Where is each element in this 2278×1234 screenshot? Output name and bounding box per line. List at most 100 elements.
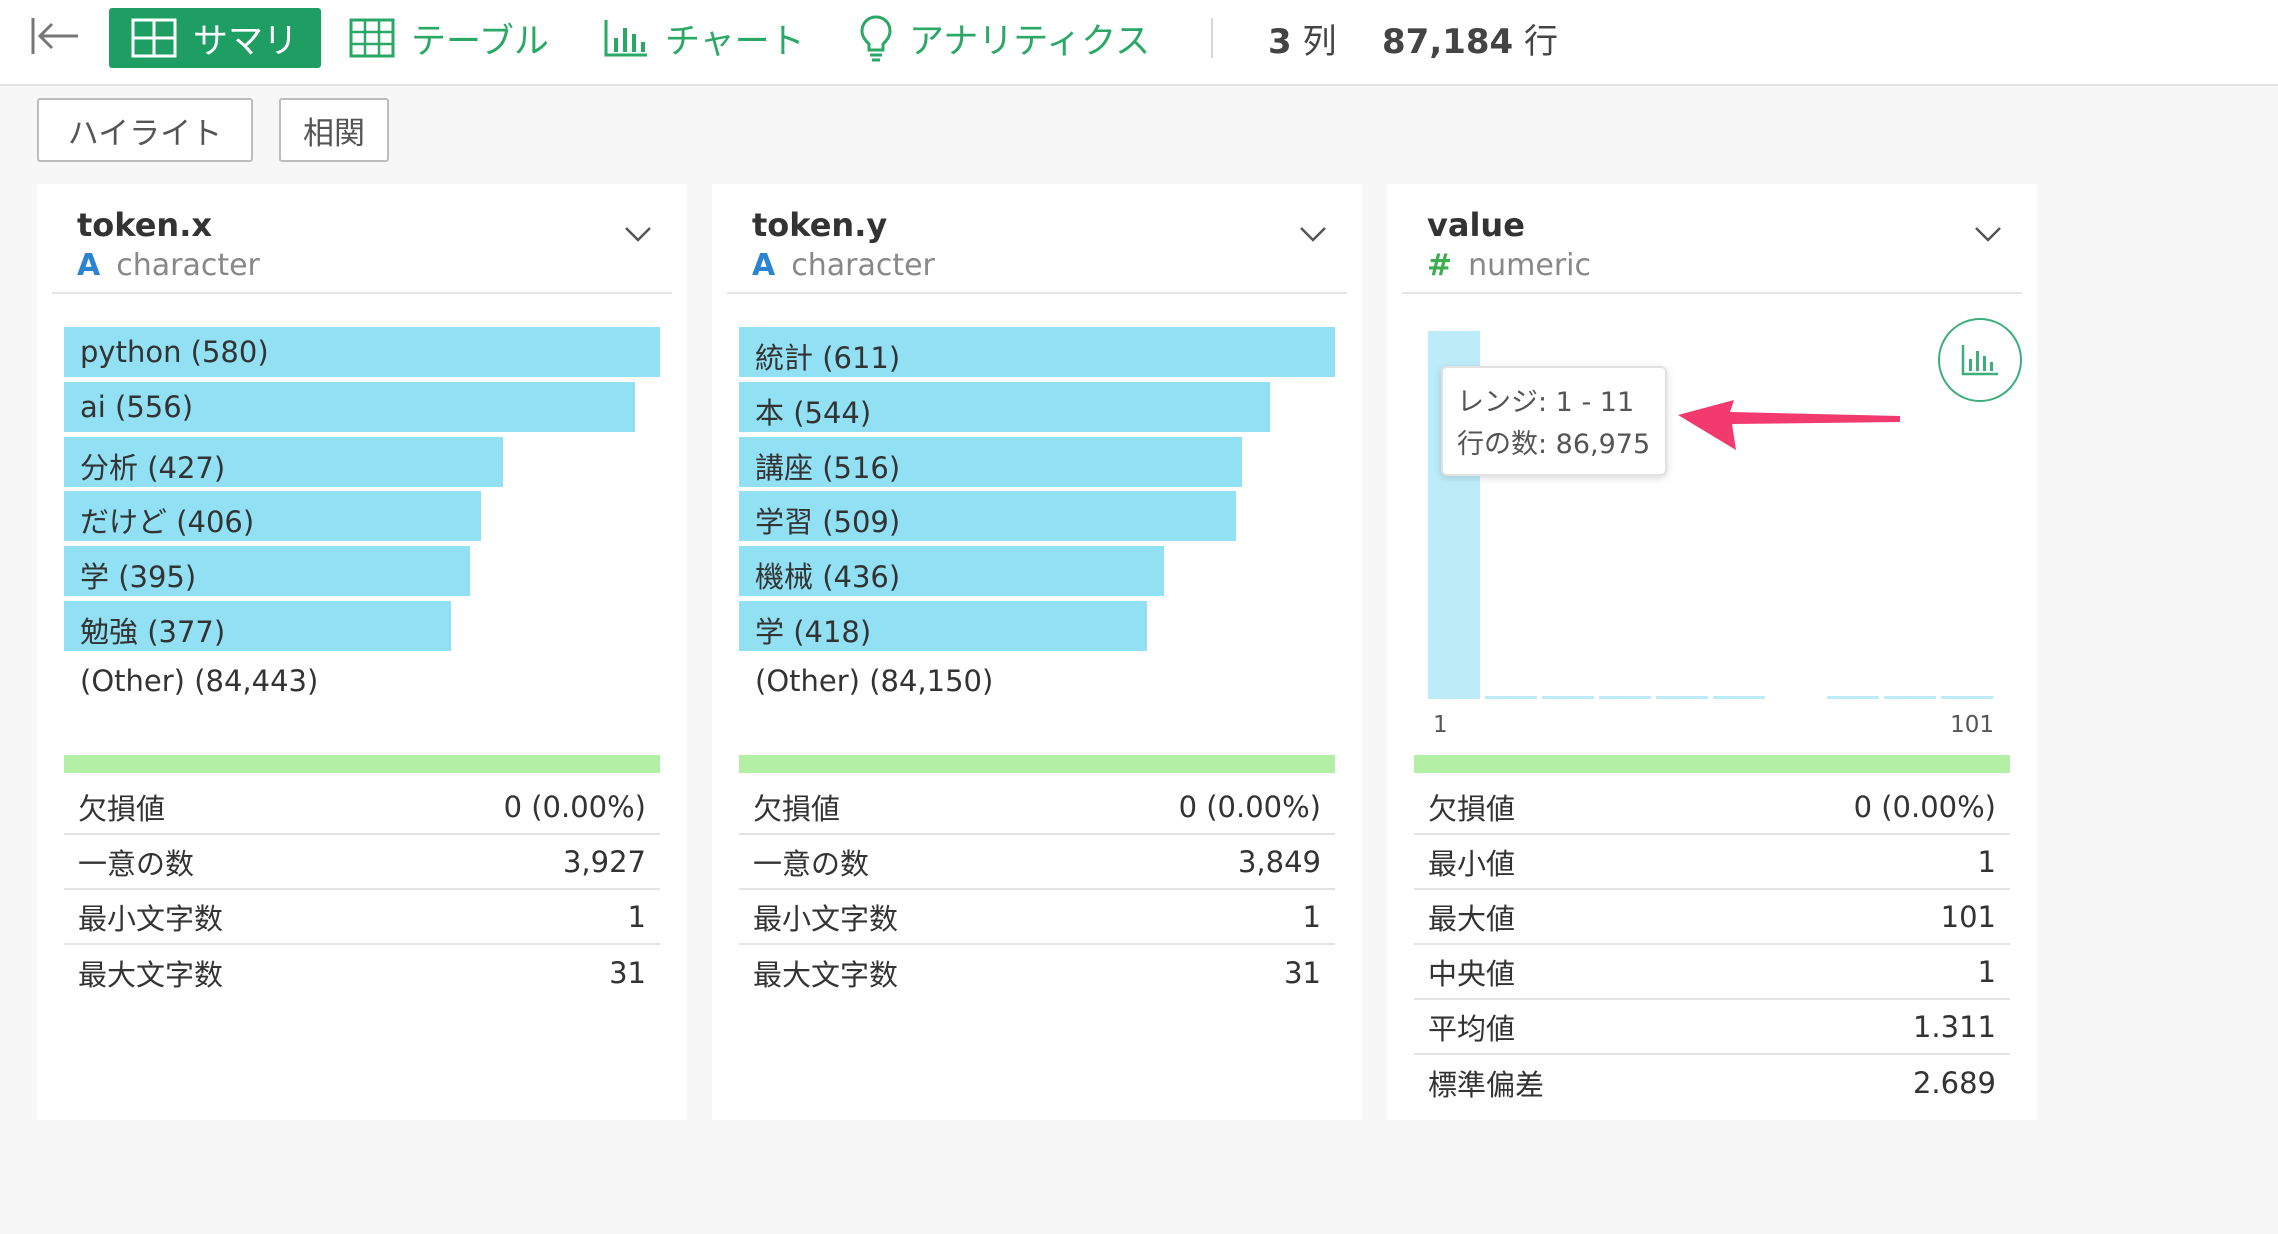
column-card-header: token.x A character: [37, 184, 687, 294]
stat-label: 最小文字数: [753, 901, 899, 936]
bar-label: だけど (406): [80, 505, 255, 540]
bar-row[interactable]: 学習 (509): [739, 491, 1335, 542]
stat-label: 欠損値: [1428, 791, 1516, 826]
bar-row[interactable]: ai (556): [64, 381, 660, 432]
row-count-value: 87,184: [1382, 22, 1514, 62]
stat-value: 1: [1977, 844, 1996, 879]
completeness-bar: [64, 755, 660, 773]
column-name: token.x: [77, 206, 212, 244]
stat-value: 1: [627, 899, 646, 934]
tab-summary-label: サマリ: [193, 21, 299, 62]
frequency-bars: 統計 (611) 本 (544) 講座 (516) 学習 (509) 機械 (4…: [739, 327, 1335, 656]
stat-row: 最小文字数 1: [64, 890, 660, 945]
stat-row: 欠損値 0 (0.00%): [64, 780, 660, 835]
top-toolbar: サマリ テーブル チャート アナリティクス 3 列 87,184 行: [0, 0, 2278, 86]
histogram-axis-max: 101: [1950, 712, 1994, 738]
bar-label: 分析 (427): [80, 450, 226, 485]
histogram-bar[interactable]: [1656, 696, 1708, 699]
column-count-value: 3: [1268, 22, 1292, 62]
tab-analytics[interactable]: アナリティクス: [859, 8, 1150, 68]
column-type-label: character: [791, 248, 935, 283]
bar-row[interactable]: python (580): [64, 327, 660, 377]
histogram-bar[interactable]: [1713, 696, 1765, 699]
stats-table: 欠損値 0 (0.00%) 一意の数 3,927 最小文字数 1 最大文字数 31: [64, 780, 660, 1000]
bar-label: 学習 (509): [755, 505, 901, 540]
stat-label: 欠損値: [78, 791, 166, 826]
stat-row: 最大文字数 31: [64, 945, 660, 1000]
bar-row[interactable]: 学 (418): [739, 600, 1335, 651]
tab-chart[interactable]: チャート: [603, 8, 805, 68]
bar-row[interactable]: 講座 (516): [739, 436, 1335, 487]
histogram-bar[interactable]: [1827, 696, 1879, 699]
bar-row[interactable]: 統計 (611): [739, 327, 1335, 377]
tab-summary[interactable]: サマリ: [109, 8, 321, 68]
tab-table-label: テーブル: [411, 21, 549, 62]
bar-label: 学 (395): [80, 560, 197, 595]
stats-table: 欠損値 0 (0.00%) 最小値 1 最大値 101 中央値 1 平均値 1.311 標…: [1414, 780, 2010, 1110]
stat-row: 一意の数 3,927: [64, 835, 660, 890]
stat-row: 標準偏差 2.689: [1414, 1055, 2010, 1110]
tooltip-count: 行の数: 86,975: [1457, 429, 1651, 460]
stat-row: 最大文字数 31: [739, 945, 1335, 1000]
frequency-bars: python (580) ai (556) 分析 (427) だけど (406)…: [64, 327, 660, 656]
other-count: (Other) (84,443): [80, 664, 319, 698]
stat-label: 中央値: [1428, 956, 1516, 991]
stat-value: 0 (0.00%): [1853, 789, 1996, 824]
grid-icon: [131, 18, 177, 58]
bar-row[interactable]: 分析 (427): [64, 436, 660, 487]
bar-row[interactable]: 機械 (436): [739, 546, 1335, 597]
chart-toggle-button[interactable]: [1938, 318, 2022, 402]
column-card-header: value # numeric: [1387, 184, 2037, 294]
lightbulb-icon: [860, 15, 892, 62]
stat-row: 最小値 1: [1414, 835, 2010, 890]
numeric-type-icon: #: [1427, 248, 1453, 283]
histogram-bar[interactable]: [1941, 696, 1993, 699]
character-type-icon: A: [77, 248, 101, 283]
column-type: A character: [77, 248, 260, 283]
stat-label: 最大文字数: [78, 957, 224, 992]
highlight-button[interactable]: ハイライト: [37, 98, 253, 162]
stat-row: 最小文字数 1: [739, 890, 1335, 945]
bar-label: 統計 (611): [755, 341, 901, 375]
column-type: # numeric: [1427, 248, 1591, 283]
header-divider: [727, 292, 1347, 294]
character-type-icon: A: [752, 248, 776, 283]
column-card-token-y: token.y A character 統計 (611) 本 (544) 講座 …: [712, 184, 1362, 1120]
histogram-bar[interactable]: [1542, 696, 1594, 699]
tab-table[interactable]: テーブル: [349, 8, 549, 68]
chevron-down-icon[interactable]: [1298, 224, 1328, 244]
tab-analytics-label: アナリティクス: [909, 21, 1151, 62]
stat-value: 101: [1940, 899, 1996, 934]
histogram-bar[interactable]: [1599, 696, 1651, 699]
bar-row[interactable]: 学 (395): [64, 546, 660, 597]
stat-label: 最大値: [1428, 901, 1516, 936]
stat-label: 平均値: [1428, 1011, 1516, 1046]
column-card-header: token.y A character: [712, 184, 1362, 294]
column-card-value: value # numeric 1 101 欠損値 0 (0.00%) 最小値 1 …: [1387, 184, 2037, 1120]
collapse-left-icon[interactable]: [30, 16, 82, 56]
histogram-axis-min: 1: [1433, 712, 1448, 738]
annotation-arrow-icon: [1678, 400, 1900, 450]
stat-row: 一意の数 3,849: [739, 835, 1335, 890]
stat-label: 一意の数: [753, 846, 870, 881]
histogram-bar[interactable]: [1485, 696, 1537, 699]
bar-row[interactable]: 本 (544): [739, 381, 1335, 432]
bar-row[interactable]: 勉強 (377): [64, 600, 660, 651]
bar-row[interactable]: だけど (406): [64, 491, 660, 542]
column-name: value: [1427, 206, 1525, 244]
correlation-button[interactable]: 相関: [279, 98, 389, 162]
row-count-unit: 行: [1524, 22, 1559, 62]
bar-label: ai (556): [80, 389, 194, 424]
bar-label: python (580): [80, 335, 269, 369]
bar-chart-icon: [604, 20, 647, 57]
chevron-down-icon[interactable]: [623, 224, 653, 244]
stat-row: 欠損値 0 (0.00%): [739, 780, 1335, 835]
stat-value: 3,927: [562, 844, 646, 879]
bar-label: 学 (418): [755, 614, 872, 649]
other-count: (Other) (84,150): [755, 664, 994, 698]
chevron-down-icon[interactable]: [1973, 224, 2003, 244]
stat-row: 欠損値 0 (0.00%): [1414, 780, 2010, 835]
histogram-bar[interactable]: [1884, 696, 1936, 699]
tab-chart-label: チャート: [665, 21, 805, 62]
stat-value: 1: [1977, 954, 1996, 989]
